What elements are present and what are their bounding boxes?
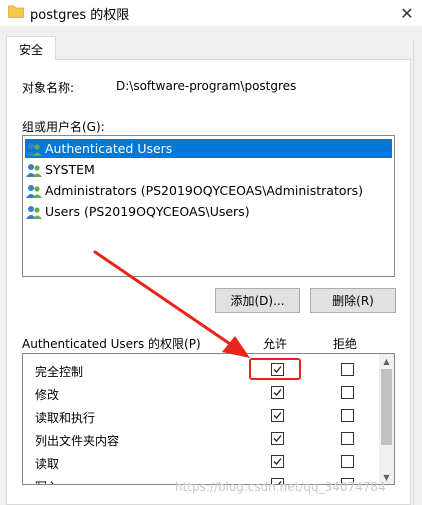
permission-name: 写入 (35, 478, 59, 484)
groups-label: 组或用户名(G): (22, 120, 105, 134)
list-item-administrators[interactable]: Administrators (PS2019OQYCEOAS\Administr… (25, 181, 392, 200)
scrollbar-thumb[interactable] (381, 369, 392, 445)
close-button[interactable]: ✕ (392, 0, 422, 26)
check-icon (273, 435, 282, 442)
permission-row-read-execute: 读取和执行 (23, 405, 378, 428)
deny-column-header: 拒绝 (333, 337, 358, 351)
users-icon (26, 205, 42, 219)
users-icon (26, 184, 42, 198)
tab-label: 安全 (18, 43, 43, 57)
object-name-value: D:\software-program\postgres (116, 79, 297, 93)
deny-checkbox[interactable] (341, 386, 354, 399)
watermark: https://blog.csdn.net/qq_34074784 (175, 480, 386, 494)
list-item-label: Users (PS2019OQYCEOAS\Users) (45, 204, 250, 219)
deny-checkbox[interactable] (341, 455, 354, 468)
add-button[interactable]: 添加(D)... (215, 288, 300, 313)
deny-checkbox[interactable] (341, 409, 354, 422)
permission-name: 完全控制 (35, 365, 84, 379)
user-list[interactable]: Authenticated Users SYSTEM Administrator… (22, 135, 395, 277)
list-item-authenticated-users[interactable]: Authenticated Users (25, 139, 392, 158)
check-icon (273, 389, 282, 396)
scroll-up-icon[interactable]: ▲ (379, 354, 394, 368)
folder-icon (8, 5, 24, 18)
window-title: postgres 的权限 (30, 8, 130, 23)
allow-column-header: 允许 (263, 337, 288, 351)
allow-checkbox[interactable] (271, 455, 284, 468)
permission-name: 读取和执行 (35, 411, 96, 425)
allow-checkbox[interactable] (271, 432, 284, 445)
users-icon (26, 163, 42, 177)
tab-security[interactable]: 安全 (6, 36, 56, 60)
permission-row-modify: 修改 (23, 382, 378, 405)
permission-name: 修改 (35, 388, 60, 402)
users-icon (26, 142, 42, 156)
allow-checkbox[interactable] (271, 386, 284, 399)
permission-name: 读取 (35, 457, 60, 471)
list-item-label: SYSTEM (45, 162, 95, 177)
permissions-list[interactable]: 完全控制 修改 读取和执行 列出文件夹内容 读取 写入 ▲ ▼ (22, 353, 395, 485)
remove-button[interactable]: 删除(R) (310, 288, 396, 313)
list-item-system[interactable]: SYSTEM (25, 160, 392, 179)
list-item-label: Administrators (PS2019OQYCEOAS\Administr… (45, 183, 364, 198)
divider (413, 40, 414, 505)
deny-checkbox[interactable] (341, 363, 354, 376)
check-icon (273, 458, 282, 465)
permission-name: 列出文件夹内容 (35, 434, 120, 448)
vertical-scrollbar[interactable]: ▲ ▼ (379, 354, 394, 484)
permissions-label: Authenticated Users 的权限(P) (22, 337, 201, 351)
object-name-label: 对象名称: (22, 81, 75, 95)
list-item-label: Authenticated Users (45, 141, 173, 156)
permission-row-read: 读取 (23, 451, 378, 474)
list-item-users[interactable]: Users (PS2019OQYCEOAS\Users) (25, 202, 392, 221)
permission-row-list-folder: 列出文件夹内容 (23, 428, 378, 451)
permission-row-full-control: 完全控制 (23, 359, 378, 382)
annotation-highlight-box (249, 358, 301, 380)
check-icon (273, 412, 282, 419)
deny-checkbox[interactable] (341, 432, 354, 445)
allow-checkbox[interactable] (271, 409, 284, 422)
